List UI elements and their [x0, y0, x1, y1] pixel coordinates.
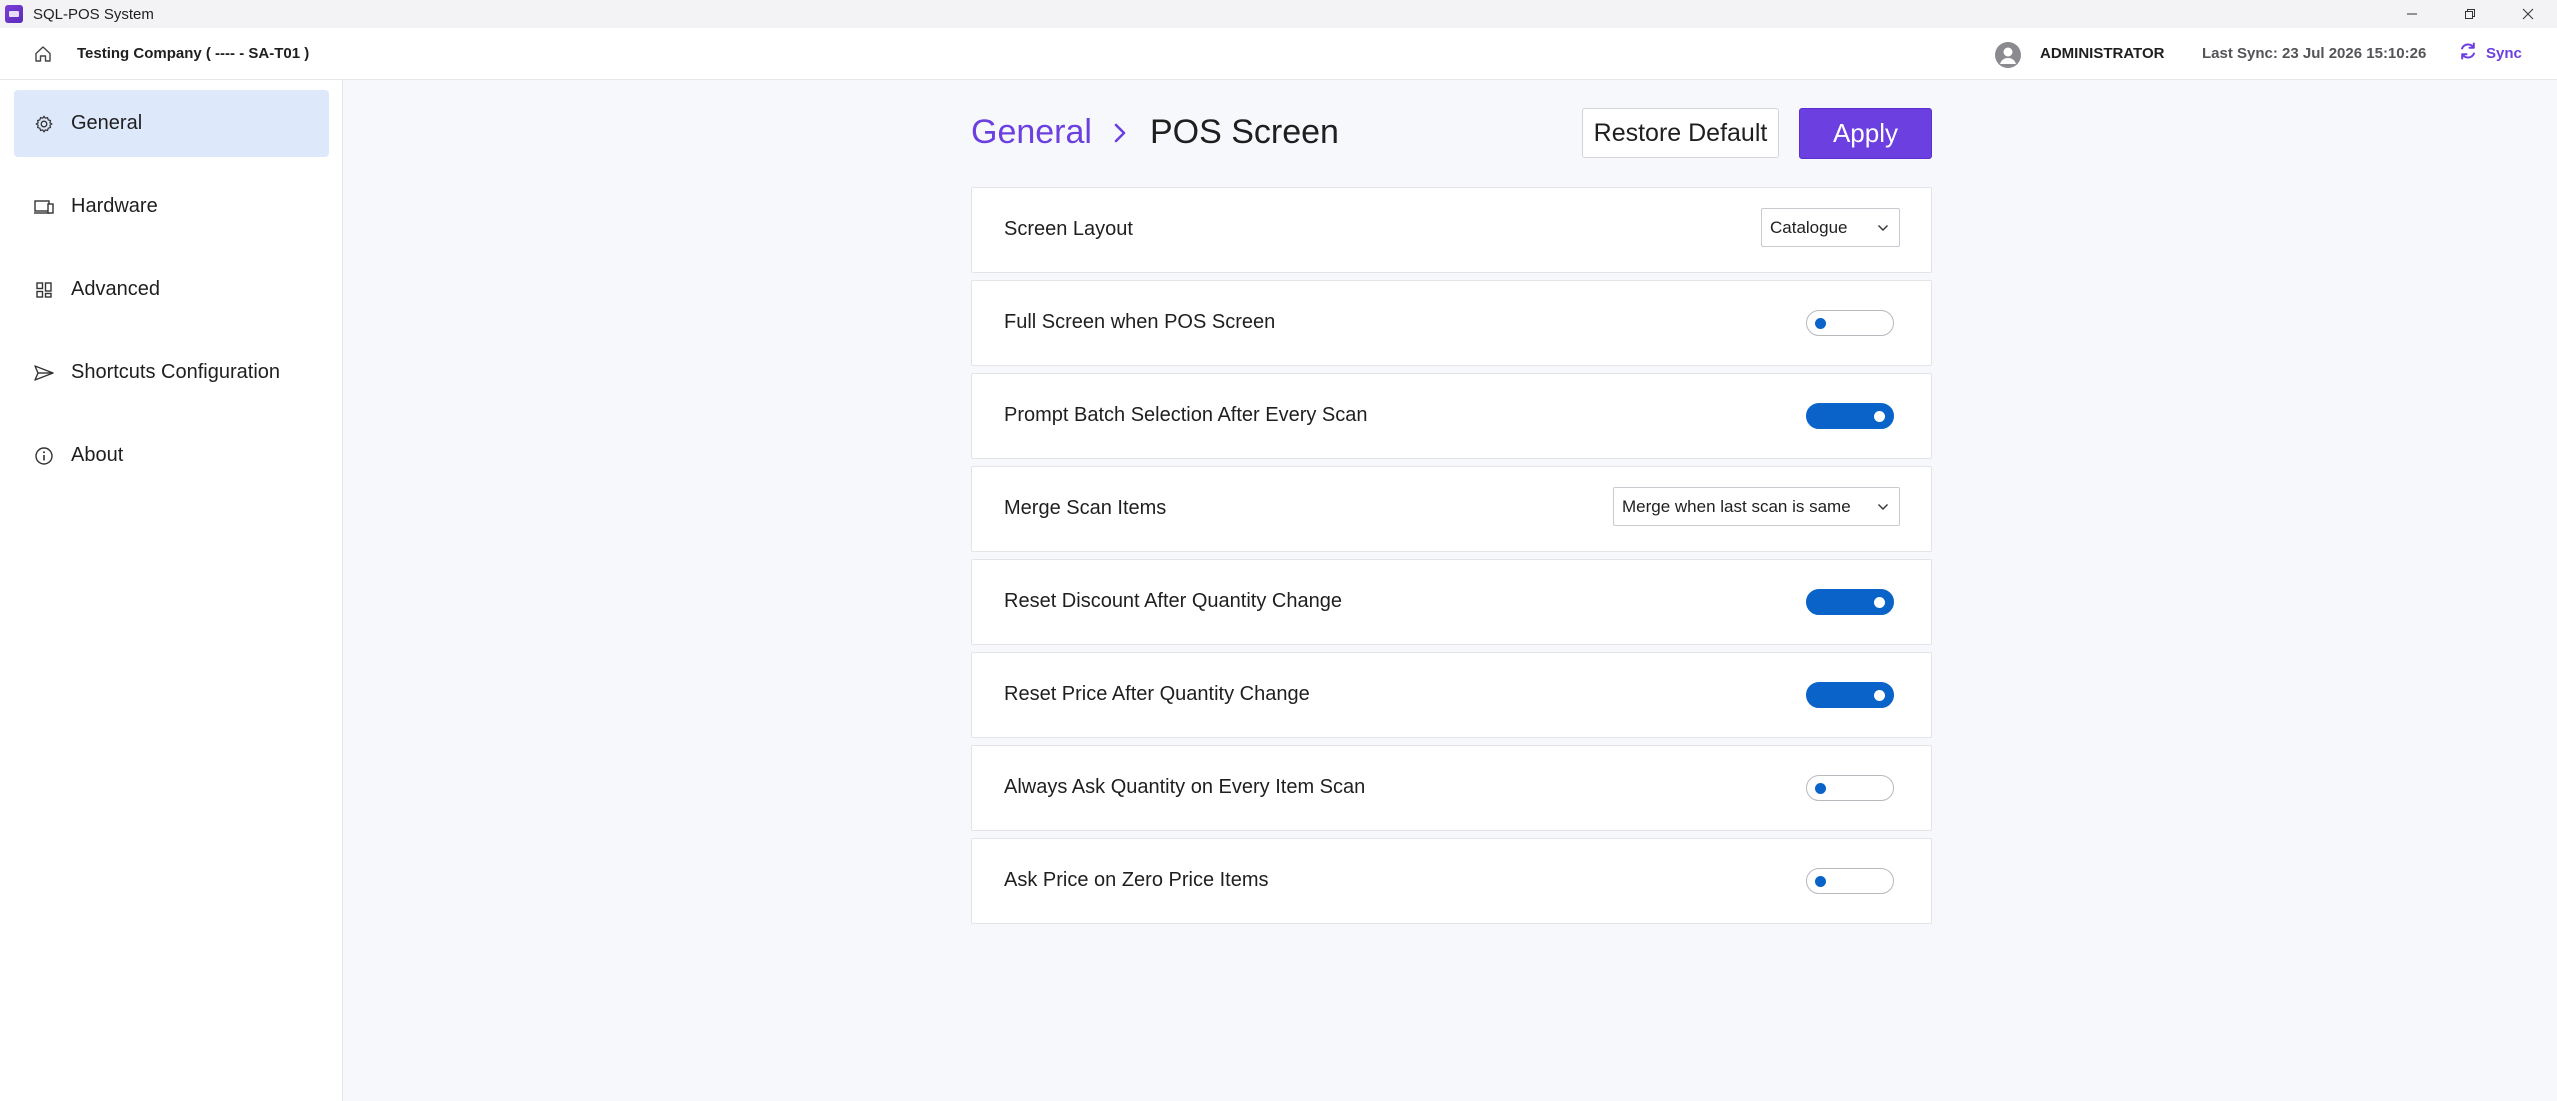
sidebar-item-advanced[interactable]: Advanced [14, 256, 329, 323]
toggle-knob [1874, 411, 1885, 422]
setting-merge-scan-items: Merge Scan Items Merge when last scan is… [971, 466, 1932, 552]
sidebar: General Hardware Advanced Shortcuts Conf… [0, 80, 343, 1101]
setting-label: Reset Discount After Quantity Change [1004, 590, 1342, 612]
setting-reset-price: Reset Price After Quantity Change [971, 652, 1932, 738]
setting-label: Prompt Batch Selection After Every Scan [1004, 404, 1368, 426]
chevron-down-icon [1877, 502, 1889, 512]
sidebar-item-label: Hardware [71, 195, 158, 217]
setting-label: Screen Layout [1004, 218, 1133, 240]
sidebar-item-general[interactable]: General [14, 90, 329, 157]
sidebar-item-shortcuts-configuration[interactable]: Shortcuts Configuration [14, 339, 329, 406]
toggle-knob [1815, 318, 1826, 329]
user-name[interactable]: ADMINISTRATOR [2040, 45, 2164, 62]
sync-button[interactable]: Sync [2458, 41, 2522, 66]
sidebar-item-hardware[interactable]: Hardware [14, 173, 329, 240]
sidebar-item-label: About [71, 444, 124, 466]
setting-ask-price-zero: Ask Price on Zero Price Items [971, 838, 1932, 924]
ask-price-zero-toggle[interactable] [1806, 868, 1894, 894]
app-header: Testing Company ( ---- - SA-T01 ) ADMINI… [0, 28, 2557, 80]
setting-label: Merge Scan Items [1004, 497, 1167, 519]
window-title: SQL-POS System [33, 5, 154, 23]
restore-default-button[interactable]: Restore Default [1582, 108, 1779, 158]
sidebar-item-label: Shortcuts Configuration [71, 361, 281, 383]
page-title: POS Screen [1149, 113, 1339, 151]
avatar[interactable] [1995, 42, 2021, 68]
setting-reset-discount: Reset Discount After Quantity Change [971, 559, 1932, 645]
sidebar-item-about[interactable]: About [14, 422, 329, 489]
sidebar-item-label: General [71, 112, 143, 134]
always-ask-quantity-toggle[interactable] [1806, 775, 1894, 801]
restore-icon[interactable] [2441, 0, 2499, 28]
window-controls [2383, 0, 2557, 28]
setting-label: Always Ask Quantity on Every Item Scan [1004, 776, 1366, 798]
prompt-batch-selection-toggle[interactable] [1806, 403, 1894, 429]
toggle-knob [1815, 783, 1826, 794]
breadcrumb: General POS Screen [971, 113, 1339, 152]
send-icon [32, 361, 56, 385]
reset-discount-toggle[interactable] [1806, 589, 1894, 615]
devices-icon [32, 195, 56, 219]
select-value: Catalogue [1770, 217, 1848, 237]
app-logo-icon [5, 5, 23, 23]
reset-price-toggle[interactable] [1806, 682, 1894, 708]
toggle-knob [1874, 597, 1885, 608]
grid-icon [32, 278, 56, 302]
gear-icon [32, 112, 56, 136]
setting-always-ask-quantity: Always Ask Quantity on Every Item Scan [971, 745, 1932, 831]
full-screen-toggle[interactable] [1806, 310, 1894, 336]
sidebar-item-label: Advanced [71, 278, 160, 300]
select-value: Merge when last scan is same [1622, 496, 1851, 516]
minimize-icon[interactable] [2383, 0, 2441, 28]
last-sync-status: Last Sync: 23 Jul 2026 15:10:26 [2202, 45, 2427, 62]
close-icon[interactable] [2499, 0, 2557, 28]
home-icon[interactable] [30, 42, 56, 66]
setting-label: Full Screen when POS Screen [1004, 311, 1276, 333]
screen-layout-select[interactable]: Catalogue [1761, 208, 1900, 247]
setting-label: Ask Price on Zero Price Items [1004, 869, 1269, 891]
setting-label: Reset Price After Quantity Change [1004, 683, 1310, 705]
chevron-down-icon [1877, 223, 1889, 233]
setting-full-screen: Full Screen when POS Screen [971, 280, 1932, 366]
company-name: Testing Company ( ---- - SA-T01 ) [77, 45, 310, 62]
title-bar: SQL-POS System [0, 0, 2557, 28]
chevron-right-icon [1112, 122, 1128, 144]
breadcrumb-general-link[interactable]: General [971, 113, 1092, 152]
toggle-knob [1874, 690, 1885, 701]
toggle-knob [1815, 876, 1826, 887]
info-icon [32, 444, 56, 468]
setting-screen-layout: Screen Layout Catalogue [971, 187, 1932, 273]
apply-button[interactable]: Apply [1799, 108, 1932, 159]
sync-label: Sync [2486, 45, 2522, 62]
merge-scan-items-select[interactable]: Merge when last scan is same [1613, 487, 1900, 526]
setting-prompt-batch-selection: Prompt Batch Selection After Every Scan [971, 373, 1932, 459]
sync-icon [2458, 41, 2478, 66]
main-content: General POS Screen Restore Default Apply… [343, 80, 2557, 1101]
